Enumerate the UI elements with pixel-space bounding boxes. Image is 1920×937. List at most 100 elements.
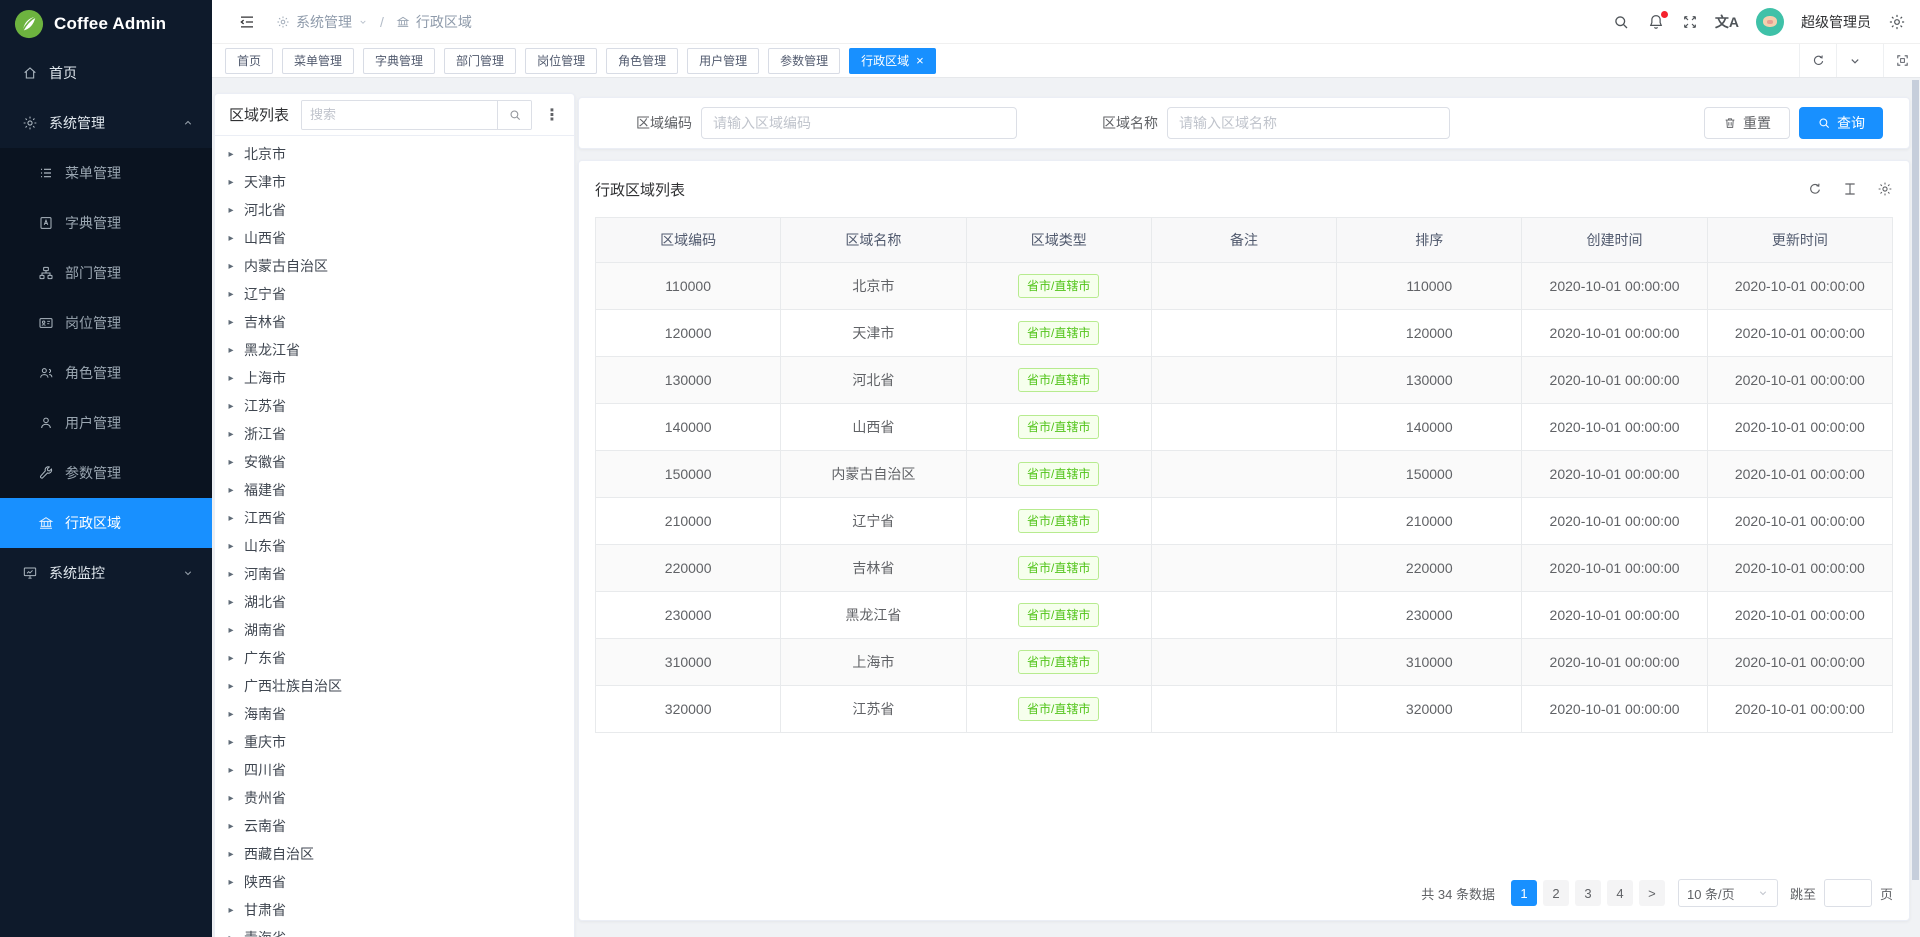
caret-right-icon[interactable]: ▸: [225, 849, 237, 860]
tree-item[interactable]: ▸ 安徽省: [215, 448, 574, 476]
tree-item[interactable]: ▸ 黑龙江省: [215, 336, 574, 364]
tree-item[interactable]: ▸ 广西壮族自治区: [215, 672, 574, 700]
sidebar-subitem[interactable]: 角色管理: [0, 348, 212, 398]
tab-close-icon[interactable]: ×: [916, 54, 924, 67]
vertical-scrollbar[interactable]: [1912, 78, 1920, 937]
tab[interactable]: 用户管理 ×: [687, 48, 759, 74]
caret-right-icon[interactable]: ▸: [225, 709, 237, 720]
caret-right-icon[interactable]: ▸: [225, 401, 237, 412]
caret-right-icon[interactable]: ▸: [225, 569, 237, 580]
page-size-select[interactable]: 10 条/页: [1678, 879, 1778, 907]
tree-item[interactable]: ▸ 湖南省: [215, 616, 574, 644]
tree-item[interactable]: ▸ 天津市: [215, 168, 574, 196]
caret-right-icon[interactable]: ▸: [225, 765, 237, 776]
tree-item[interactable]: ▸ 广东省: [215, 644, 574, 672]
table-header-cell[interactable]: 区域编码: [596, 218, 781, 263]
caret-right-icon[interactable]: ▸: [225, 233, 237, 244]
tree-item[interactable]: ▸ 甘肃省: [215, 896, 574, 924]
tab[interactable]: 字典管理 ×: [363, 48, 435, 74]
tab[interactable]: 首页 ×: [225, 48, 273, 74]
column-settings-gear-icon[interactable]: [1877, 181, 1893, 197]
tree-item[interactable]: ▸ 上海市: [215, 364, 574, 392]
table-header-cell[interactable]: 排序: [1337, 218, 1522, 263]
tree-item[interactable]: ▸ 河北省: [215, 196, 574, 224]
caret-right-icon[interactable]: ▸: [225, 289, 237, 300]
caret-right-icon[interactable]: ▸: [225, 485, 237, 496]
table-header-cell[interactable]: 更新时间: [1707, 218, 1892, 263]
table-header-cell[interactable]: 区域类型: [966, 218, 1151, 263]
page-number-button[interactable]: 2: [1543, 880, 1569, 906]
caret-right-icon[interactable]: ▸: [225, 905, 237, 916]
breadcrumb-section[interactable]: 系统管理: [296, 12, 352, 32]
caret-right-icon[interactable]: ▸: [225, 653, 237, 664]
tree-item[interactable]: ▸ 河南省: [215, 560, 574, 588]
tree-item[interactable]: ▸ 云南省: [215, 812, 574, 840]
tree-item[interactable]: ▸ 湖北省: [215, 588, 574, 616]
maximize-content-button[interactable]: [1883, 44, 1920, 77]
search-icon[interactable]: [1612, 13, 1630, 31]
page-number-button[interactable]: 3: [1575, 880, 1601, 906]
next-page-button[interactable]: >: [1639, 880, 1665, 906]
table-row[interactable]: 220000 吉林省 省市/直辖市 220000 2020-10-01 00:0…: [596, 545, 1893, 592]
tree-item[interactable]: ▸ 重庆市: [215, 728, 574, 756]
table-header-cell[interactable]: 创建时间: [1522, 218, 1707, 263]
sidebar-subitem[interactable]: 岗位管理: [0, 298, 212, 348]
refresh-tab-button[interactable]: [1799, 44, 1836, 77]
tree-search-input[interactable]: [302, 101, 497, 129]
tree-item[interactable]: ▸ 吉林省: [215, 308, 574, 336]
caret-right-icon[interactable]: ▸: [225, 429, 237, 440]
table-row[interactable]: 310000 上海市 省市/直辖市 310000 2020-10-01 00:0…: [596, 639, 1893, 686]
query-button[interactable]: 查询: [1799, 107, 1883, 139]
tree-item[interactable]: ▸ 海南省: [215, 700, 574, 728]
sidebar-subitem[interactable]: 菜单管理: [0, 148, 212, 198]
chevron-down-icon[interactable]: [358, 17, 368, 27]
sidebar-subitem[interactable]: 用户管理: [0, 398, 212, 448]
tab[interactable]: 参数管理 ×: [768, 48, 840, 74]
sidebar-item-home[interactable]: 首页: [0, 48, 212, 98]
tree-item[interactable]: ▸ 四川省: [215, 756, 574, 784]
caret-right-icon[interactable]: ▸: [225, 373, 237, 384]
table-header-cell[interactable]: 区域名称: [781, 218, 966, 263]
table-row[interactable]: 110000 北京市 省市/直辖市 110000 2020-10-01 00:0…: [596, 263, 1893, 310]
caret-right-icon[interactable]: ▸: [225, 737, 237, 748]
username[interactable]: 超级管理员: [1801, 12, 1871, 32]
tree-item[interactable]: ▸ 浙江省: [215, 420, 574, 448]
table-row[interactable]: 210000 辽宁省 省市/直辖市 210000 2020-10-01 00:0…: [596, 498, 1893, 545]
table-header-cell[interactable]: 备注: [1151, 218, 1336, 263]
table-row[interactable]: 140000 山西省 省市/直辖市 140000 2020-10-01 00:0…: [596, 404, 1893, 451]
tree-item[interactable]: ▸ 青海省: [215, 924, 574, 937]
sidebar-group-system[interactable]: 系统管理: [0, 98, 212, 148]
caret-right-icon[interactable]: ▸: [225, 149, 237, 160]
tab[interactable]: 角色管理 ×: [606, 48, 678, 74]
tree-item[interactable]: ▸ 北京市: [215, 140, 574, 168]
sidebar-subitem[interactable]: 部门管理: [0, 248, 212, 298]
tree-item[interactable]: ▸ 贵州省: [215, 784, 574, 812]
tab[interactable]: 菜单管理 ×: [282, 48, 354, 74]
table-row[interactable]: 130000 河北省 省市/直辖市 130000 2020-10-01 00:0…: [596, 357, 1893, 404]
sidebar-subitem[interactable]: 行政区域: [0, 498, 212, 548]
caret-right-icon[interactable]: ▸: [225, 597, 237, 608]
translate-icon[interactable]: 文A: [1715, 12, 1739, 32]
notification-bell[interactable]: [1647, 13, 1665, 31]
caret-right-icon[interactable]: ▸: [225, 877, 237, 888]
tab[interactable]: 部门管理 ×: [444, 48, 516, 74]
caret-right-icon[interactable]: ▸: [225, 513, 237, 524]
refresh-icon[interactable]: [1807, 181, 1823, 197]
tree-item[interactable]: ▸ 江西省: [215, 504, 574, 532]
tree-item[interactable]: ▸ 山东省: [215, 532, 574, 560]
sidebar-subitem[interactable]: 参数管理: [0, 448, 212, 498]
jump-page-input[interactable]: [1824, 879, 1872, 907]
scrollbar-thumb[interactable]: [1912, 80, 1919, 880]
tree-item[interactable]: ▸ 江苏省: [215, 392, 574, 420]
caret-right-icon[interactable]: ▸: [225, 317, 237, 328]
page-number-button[interactable]: 1: [1511, 880, 1537, 906]
tree-item[interactable]: ▸ 西藏自治区: [215, 840, 574, 868]
tab-options-button[interactable]: [1836, 44, 1873, 77]
tree-more-menu-icon[interactable]: ⋮: [540, 105, 564, 125]
caret-right-icon[interactable]: ▸: [225, 625, 237, 636]
caret-right-icon[interactable]: ▸: [225, 933, 237, 937]
sidebar-group-monitor[interactable]: 系统监控: [0, 548, 212, 598]
tree-item[interactable]: ▸ 山西省: [215, 224, 574, 252]
reset-button[interactable]: 重置: [1704, 107, 1790, 139]
row-height-icon[interactable]: [1842, 181, 1858, 197]
